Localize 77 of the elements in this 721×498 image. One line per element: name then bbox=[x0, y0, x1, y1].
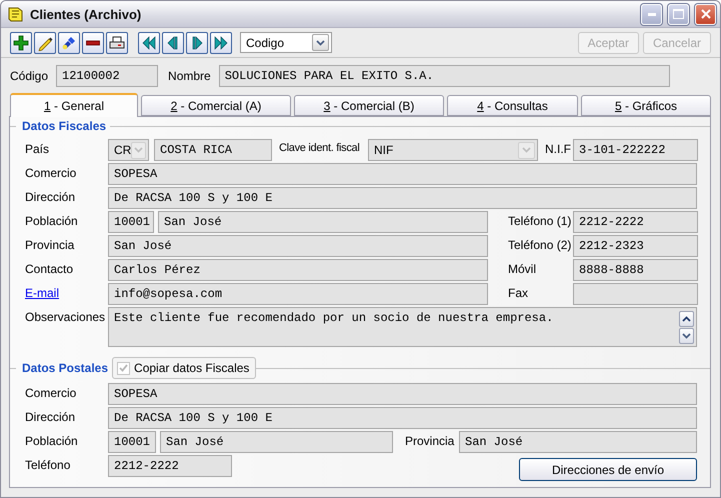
tab[interactable]: 4 - Consultas bbox=[447, 95, 578, 116]
field-label: Observaciones bbox=[25, 309, 106, 324]
last-record-icon bbox=[213, 34, 229, 51]
email-link[interactable]: E-mail bbox=[25, 283, 108, 300]
field-label: Provincia bbox=[405, 433, 456, 448]
field-label: Contacto bbox=[25, 261, 74, 276]
text-field[interactable]: SOPESA bbox=[108, 383, 697, 405]
plus-icon bbox=[13, 34, 29, 51]
delete-button[interactable] bbox=[82, 32, 104, 54]
minimize-icon bbox=[648, 12, 656, 16]
text-field[interactable]: Carlos Pérez bbox=[108, 259, 488, 281]
text-area[interactable]: Este cliente fue recomendado por un socio de nuestra empresa. bbox=[108, 307, 697, 347]
field-label: Dirección bbox=[25, 409, 76, 424]
shipping-addresses-button[interactable]: Direcciones de envío bbox=[519, 458, 697, 481]
text-field[interactable]: COSTA RICA bbox=[154, 139, 272, 161]
pencil-icon bbox=[37, 34, 53, 51]
tab[interactable]: 5 - Gráficos bbox=[581, 95, 711, 116]
search-button[interactable] bbox=[58, 32, 80, 54]
text-field[interactable]: 2212-2222 bbox=[108, 455, 232, 477]
field-label: Provincia bbox=[25, 237, 76, 252]
text-field[interactable]: SOPESA bbox=[108, 163, 697, 185]
tab[interactable]: 1 - General bbox=[10, 93, 138, 117]
text-field[interactable]: 2212-2323 bbox=[573, 235, 698, 257]
country-code-select[interactable]: CR bbox=[108, 139, 149, 161]
minimize-button[interactable] bbox=[641, 4, 662, 25]
close-button[interactable] bbox=[695, 4, 716, 25]
add-button[interactable] bbox=[10, 32, 32, 54]
text-field[interactable]: info@sopesa.com bbox=[108, 283, 488, 305]
printer-icon bbox=[109, 34, 125, 51]
text-field[interactable]: 10001 bbox=[108, 211, 154, 233]
maximize-icon bbox=[673, 9, 684, 20]
tab[interactable]: 2 - Comercial (A) bbox=[141, 95, 291, 116]
last-record-button[interactable] bbox=[210, 32, 232, 54]
text-field[interactable]: 2212-2222 bbox=[573, 211, 698, 233]
field-label: Comercio bbox=[25, 165, 78, 180]
sort-select[interactable]: Codigo bbox=[240, 32, 332, 54]
field-label: Móvil bbox=[508, 261, 538, 276]
scroll-down-button[interactable] bbox=[679, 328, 694, 344]
field-label: Población bbox=[25, 213, 79, 228]
previous-record-button[interactable] bbox=[162, 32, 184, 54]
field-label: Población bbox=[25, 433, 79, 448]
text-field[interactable]: De RACSA 100 S y 100 E bbox=[108, 407, 697, 429]
text-field[interactable]: De RACSA 100 S y 100 E bbox=[108, 187, 697, 209]
next-record-button[interactable] bbox=[186, 32, 208, 54]
field-label: Fax bbox=[508, 285, 530, 300]
field-label: Comercio bbox=[25, 385, 78, 400]
field-label: Teléfono (2) bbox=[508, 237, 572, 252]
field-label: Nombre bbox=[168, 68, 211, 83]
section-title: Datos Fiscales bbox=[21, 119, 108, 133]
tab[interactable]: 3 - Comercial (B) bbox=[294, 95, 444, 116]
text-field[interactable]: San José bbox=[160, 431, 393, 453]
field-label: País bbox=[25, 141, 50, 156]
text-field[interactable] bbox=[573, 283, 698, 305]
field-label: Código bbox=[10, 68, 48, 83]
window-title: Clientes (Archivo) bbox=[30, 6, 142, 22]
text-field[interactable]: 8888-8888 bbox=[573, 259, 698, 281]
section-title: Datos Postales bbox=[21, 361, 110, 375]
field-label: N.I.F bbox=[545, 141, 572, 156]
first-record-icon bbox=[141, 34, 157, 51]
field-label: Teléfono bbox=[25, 457, 72, 472]
field-label: Clave ident. fiscal bbox=[279, 141, 361, 154]
scroll-up-button[interactable] bbox=[679, 311, 694, 327]
print-button[interactable] bbox=[106, 32, 128, 54]
text-field[interactable]: San José bbox=[108, 235, 488, 257]
text-field[interactable]: 12100002 bbox=[56, 64, 158, 87]
text-field[interactable]: 3-101-222222 bbox=[573, 139, 698, 161]
field-label: Dirección bbox=[25, 189, 76, 204]
text-field[interactable]: SOLUCIONES PARA EL EXITO S.A. bbox=[218, 64, 670, 87]
field-label: Teléfono (1) bbox=[508, 213, 572, 228]
first-record-button[interactable] bbox=[138, 32, 160, 54]
text-field[interactable]: San José bbox=[158, 211, 488, 233]
close-icon bbox=[700, 9, 710, 20]
text-field[interactable]: San José bbox=[459, 431, 697, 453]
edit-button[interactable] bbox=[34, 32, 56, 54]
maximize-button[interactable] bbox=[668, 4, 689, 25]
tax-id-type-select[interactable]: NIF bbox=[368, 139, 538, 161]
text-field[interactable]: 10001 bbox=[108, 431, 156, 453]
